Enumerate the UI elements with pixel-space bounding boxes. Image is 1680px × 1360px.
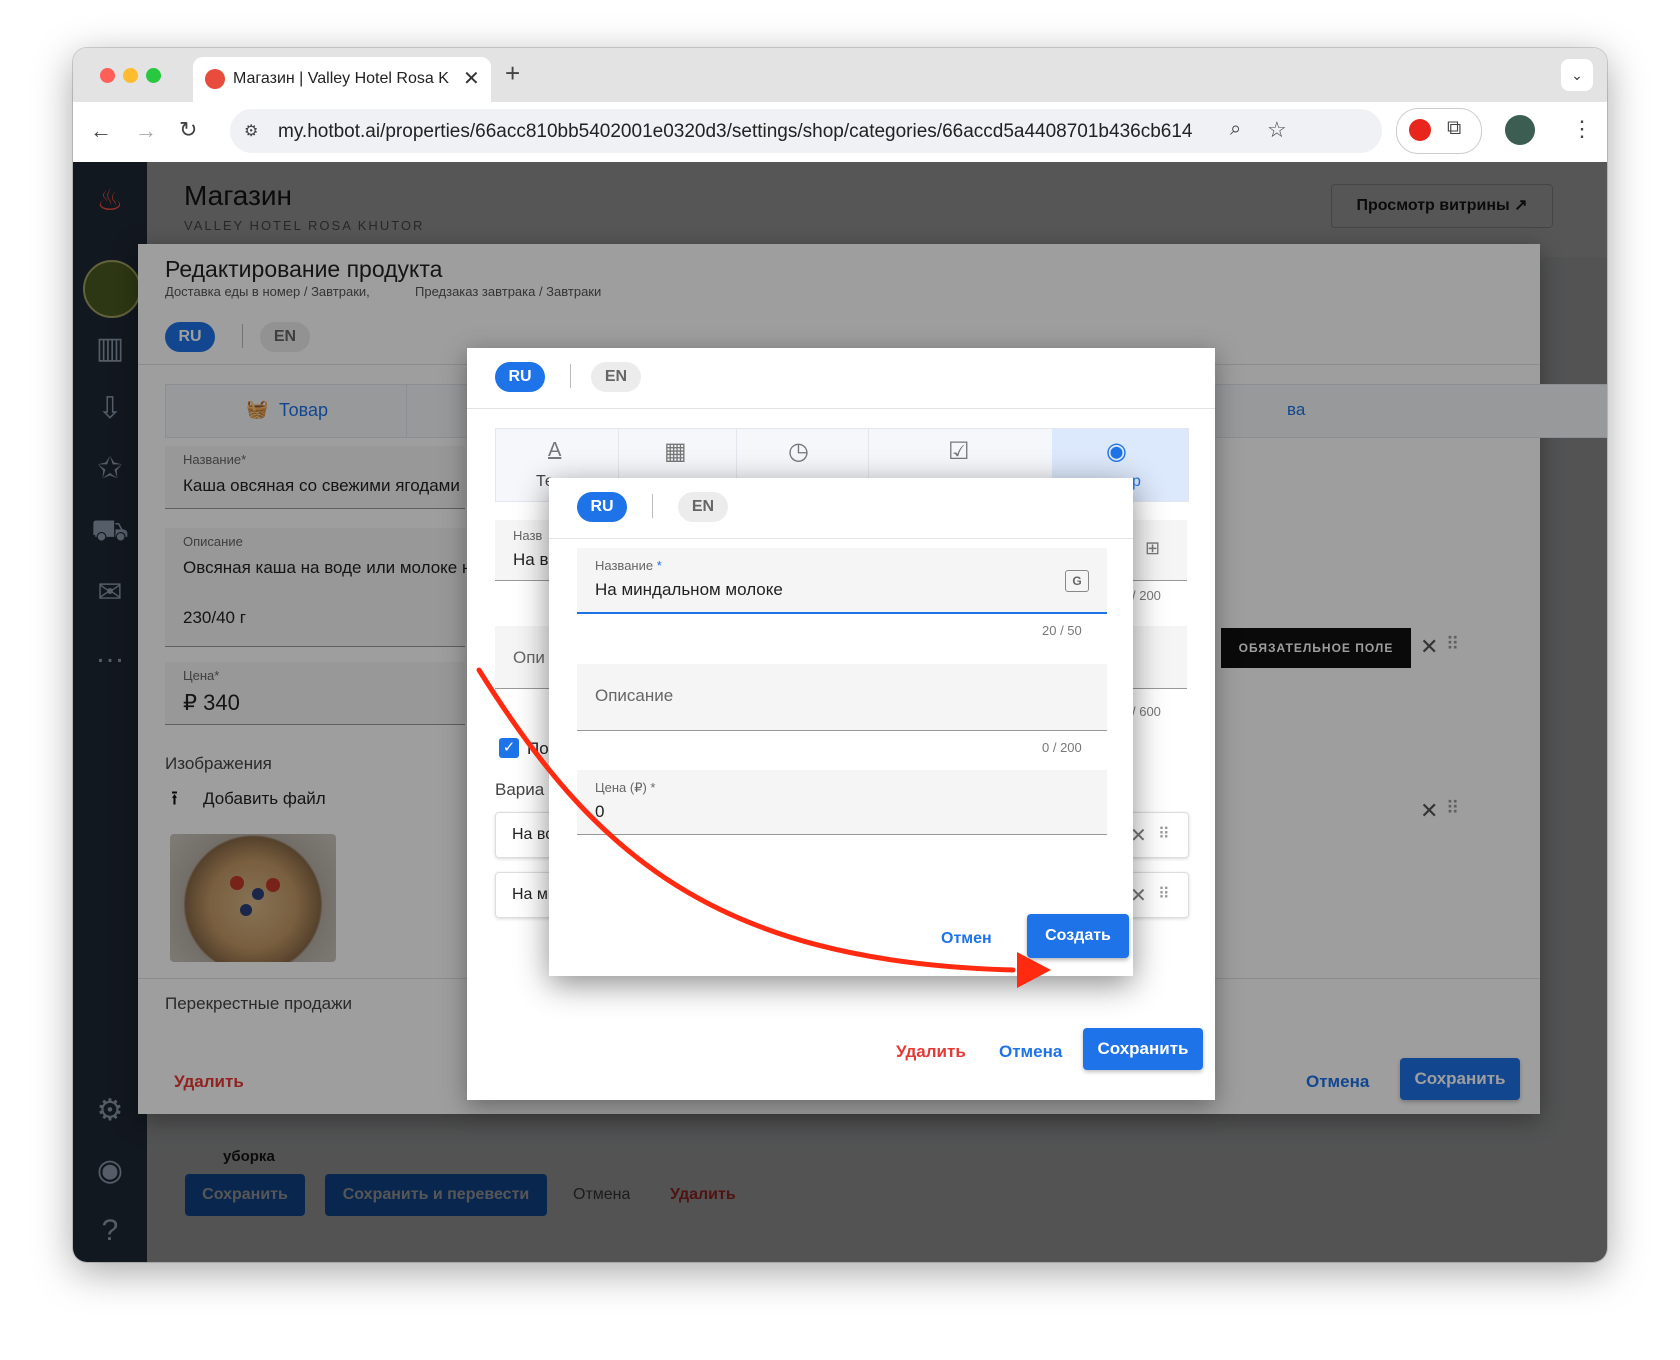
site-settings-icon[interactable]: ⚙ <box>244 121 258 141</box>
back-icon[interactable]: ← <box>90 118 112 144</box>
annotation-arrow-line <box>476 667 1016 973</box>
minimize-window-button[interactable] <box>123 68 138 83</box>
profile-avatar[interactable] <box>1505 115 1535 145</box>
browser-toolbar: ← → ↻ ⚙ my.hotbot.ai/properties/66acc810… <box>73 102 1607 163</box>
bookmark-star-icon[interactable]: ☆ <box>1267 117 1287 143</box>
close-tab-icon[interactable]: ✕ <box>463 66 480 91</box>
browser-window: Магазин | Valley Hotel Rosa K ✕ + ⌄ ← → … <box>73 48 1607 1262</box>
tab-bar: Магазин | Valley Hotel Rosa K ✕ + ⌄ <box>73 48 1607 102</box>
maximize-window-button[interactable] <box>146 68 161 83</box>
tab-search-chevron-down-icon[interactable]: ⌄ <box>1561 59 1593 91</box>
favicon-icon <box>205 69 225 89</box>
close-window-button[interactable] <box>100 68 115 83</box>
extensions-group: ⧉ <box>1396 108 1482 154</box>
puzzle-extension-icon[interactable]: ⧉ <box>1447 117 1461 140</box>
new-tab-icon[interactable]: + <box>505 58 520 89</box>
menu-kebab-icon[interactable]: ⋮ <box>1571 116 1593 142</box>
reload-icon[interactable]: ↻ <box>179 117 197 143</box>
annotation-arrow-head <box>1017 952 1051 988</box>
address-bar[interactable]: ⚙ my.hotbot.ai/properties/66acc810bb5402… <box>230 109 1382 153</box>
app-content: ♨ ▥ ⇩ ✩ ⛟ ✉ … ⚙ ◉ ? Магазин VALLEY HOTEL… <box>73 162 1607 1262</box>
browser-tab[interactable]: Магазин | Valley Hotel Rosa K ✕ <box>193 57 491 102</box>
annotation-arrow <box>476 667 1051 988</box>
forward-icon[interactable]: → <box>135 118 157 144</box>
url-text[interactable]: my.hotbot.ai/properties/66acc810bb540200… <box>278 121 1192 143</box>
tab-title: Магазин | Valley Hotel Rosa K <box>233 70 449 87</box>
opera-extension-icon[interactable] <box>1409 119 1431 141</box>
zoom-icon[interactable]: ⌕ <box>1230 118 1241 141</box>
